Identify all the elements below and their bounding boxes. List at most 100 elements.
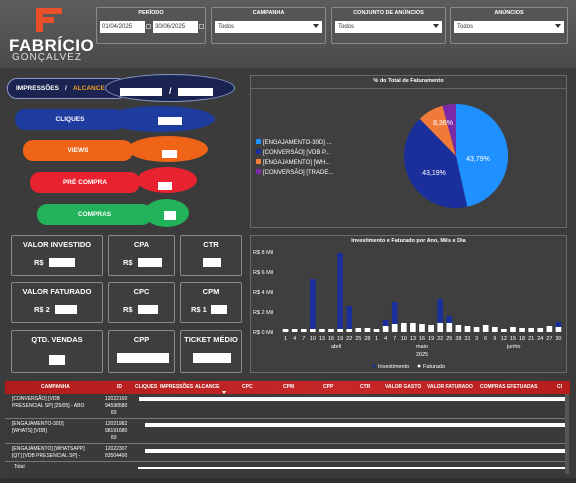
bar-faturado[interactable]: [428, 325, 434, 332]
bar-faturado[interactable]: [473, 327, 480, 332]
funnel-precompra-stage: PRÉ COMPRA: [30, 172, 140, 193]
col-header-cpp[interactable]: CPP: [323, 384, 333, 390]
col-header-compras-efetuadas[interactable]: COMPRAS EFETUADAS: [480, 384, 538, 390]
bar-investimento[interactable]: [310, 279, 316, 332]
bar-faturado[interactable]: [519, 328, 525, 332]
x-tick-label: 12: [501, 336, 507, 342]
bar-panel: Investimento e Faturado por Ano, Mês e D…: [250, 235, 567, 373]
y-tick-label: R$ 2 Mil: [253, 310, 273, 316]
pie-legend-item[interactable]: [ENGAJAMENTO] [WH...: [256, 158, 333, 168]
bar-faturado[interactable]: [482, 325, 489, 332]
bar-faturado[interactable]: [373, 329, 380, 332]
calendar-icon[interactable]: [146, 24, 151, 29]
pie-legend-item[interactable]: [CONVERSÃO] [VDB P...: [256, 148, 333, 158]
kpi-qtd-vendas: QTD. VENDAS: [11, 330, 103, 373]
impressoes-value-redacted: [120, 88, 162, 96]
bar-faturado[interactable]: [528, 328, 534, 332]
bar-faturado[interactable]: [537, 328, 544, 332]
col-header-cliques[interactable]: CLIQUES: [135, 384, 157, 390]
bar-faturado[interactable]: [455, 325, 462, 332]
row-campanha-name: PRESENCIAL SP] [25/05] - ABO: [12, 403, 85, 409]
col-header-ctr[interactable]: CTR: [360, 384, 370, 390]
row-campanha-name: [CONVERSÃO] [VDB: [12, 396, 60, 402]
x-tick-label: 10: [310, 336, 316, 342]
campanha-select[interactable]: Todos: [215, 21, 322, 33]
col-header-impressoes[interactable]: IMPRESSÕES: [160, 384, 193, 390]
period-start-input[interactable]: 01/04/2025: [100, 21, 145, 33]
compras-value-redacted: [164, 211, 176, 220]
bar-faturado[interactable]: [501, 329, 507, 332]
bar-faturado[interactable]: [337, 329, 343, 332]
col-header-cpc[interactable]: CPC: [242, 384, 253, 390]
kpi-valor-faturado: VALOR FATURADO R$ 2: [11, 282, 103, 323]
calendar-icon[interactable]: [199, 24, 204, 29]
table-total-label: Total: [14, 464, 25, 470]
bar-faturado[interactable]: [446, 323, 453, 332]
legend-swatch: [372, 364, 376, 368]
x-tick-label: 7: [302, 336, 305, 342]
alcance-value-redacted: [178, 88, 213, 96]
views-value-redacted: [162, 150, 177, 158]
kpi-qtd-vendas-label: QTD. VENDAS: [31, 335, 83, 344]
anuncios-select-value: Todos: [457, 24, 474, 30]
bar-faturado[interactable]: [491, 327, 498, 332]
kpi-cpa-value-redacted: [138, 258, 162, 267]
bar-faturado[interactable]: [419, 324, 425, 332]
x-tick-label: 1: [375, 336, 378, 342]
kpi-cpp-value-redacted: [117, 353, 169, 363]
pie-legend-item[interactable]: [CONVERSÃO] [TRADE...: [256, 168, 333, 178]
campanha-filter-label: CAMPANHA: [252, 10, 285, 16]
bar-faturado[interactable]: [300, 329, 307, 332]
month-label-junho: junho: [506, 344, 520, 350]
row-campanha-name: [ENGAJAMENTO] [WHATSAPP]: [12, 446, 85, 452]
bar-chart: R$ 8 Mil R$ 6 Mil R$ 4 Mil R$ 2 Mil R$ 0…: [253, 250, 562, 370]
conjunto-filter-label: CONJUNTO DE ANÚNCIOS: [353, 10, 424, 16]
cliques-label: CLIQUES: [55, 116, 85, 123]
bar-faturado[interactable]: [400, 323, 407, 332]
bar-faturado[interactable]: [328, 329, 334, 332]
bar-faturado[interactable]: [310, 329, 316, 332]
anuncios-select[interactable]: Todos: [454, 21, 564, 33]
bar-faturado[interactable]: [391, 324, 398, 332]
col-header-valor-gasto[interactable]: VALOR GASTO: [385, 384, 421, 390]
col-header-valor-faturado[interactable]: VALOR FATURADO: [427, 384, 473, 390]
conjunto-select[interactable]: Todos: [335, 21, 442, 33]
kpi-ticket-medio-value-redacted: [193, 353, 231, 363]
pie-title: % do Total de Faturamento: [373, 78, 444, 84]
bar-investimento[interactable]: [346, 306, 353, 332]
bar-faturado[interactable]: [282, 329, 289, 332]
bar-investimento[interactable]: [337, 253, 343, 332]
x-tick-label: 19: [428, 336, 434, 342]
pie-label-c: 8,36%: [433, 120, 453, 127]
bar-series-group: [282, 253, 562, 332]
col-header-alcance[interactable]: ALCANCE: [195, 384, 219, 390]
bar-faturado[interactable]: [364, 328, 371, 332]
table-scrollbar[interactable]: [565, 394, 569, 474]
period-end-input[interactable]: 30/06/2025: [153, 21, 198, 33]
bar-faturado[interactable]: [555, 327, 562, 332]
bar-faturado[interactable]: [410, 323, 416, 332]
sort-desc-icon[interactable]: [222, 391, 226, 394]
col-header-id[interactable]: ID: [117, 384, 122, 390]
bar-faturado[interactable]: [346, 329, 353, 332]
bar-faturado[interactable]: [464, 326, 471, 332]
bar-faturado[interactable]: [510, 327, 516, 332]
x-tick-label: 7: [393, 336, 396, 342]
bar-faturado[interactable]: [291, 329, 298, 332]
bar-faturado[interactable]: [355, 328, 362, 332]
kpi-valor-faturado-label: VALOR FATURADO: [22, 287, 92, 296]
bar-faturado[interactable]: [319, 329, 325, 332]
views-label: VIEWS: [67, 147, 89, 154]
kpi-cpa-prefix: R$: [123, 258, 133, 267]
pie-legend-item[interactable]: [ENGAJAMENTO-30D] ...: [256, 138, 333, 148]
year-label: 2025: [416, 352, 428, 358]
bar-faturado[interactable]: [546, 326, 553, 332]
footer-strip: [0, 478, 576, 483]
separator: /: [65, 85, 67, 92]
col-header-campanha[interactable]: CAMPANHA: [41, 384, 70, 390]
bar-faturado[interactable]: [437, 323, 444, 332]
col-header-ci[interactable]: CI: [557, 384, 562, 390]
bar-faturado[interactable]: [382, 326, 389, 332]
col-header-cpm[interactable]: CPM: [283, 384, 294, 390]
month-label-abril: abril: [331, 344, 341, 350]
